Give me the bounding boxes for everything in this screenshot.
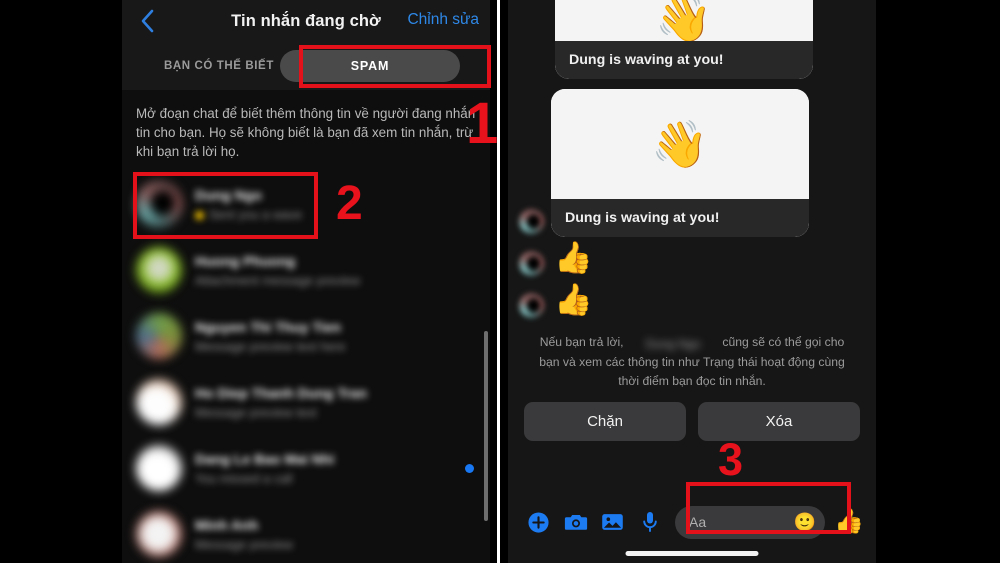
thumbs-up-icon: 👍 xyxy=(554,240,593,275)
avatar xyxy=(519,293,544,318)
avatar xyxy=(136,379,182,426)
list-item-name: Minh Anh xyxy=(195,516,259,533)
wave-caption: Dung is waving at you! xyxy=(551,199,809,237)
list-item-preview: Message preview text here xyxy=(195,339,346,354)
avatar xyxy=(519,251,544,276)
thumbs-up-icon: 👍 xyxy=(554,282,593,317)
block-button[interactable]: Chặn xyxy=(524,401,686,441)
scrollbar[interactable] xyxy=(484,331,488,522)
list-item[interactable]: Dang Le Bao Mai Nhi You missed a call xyxy=(122,435,490,501)
list-item-text: Dang Le Bao Mai Nhi You missed a call xyxy=(195,451,452,486)
tab-you-may-know[interactable]: BẠN CÓ THỂ BIẾT xyxy=(164,60,274,72)
annotation-box-spam xyxy=(299,45,491,88)
navigation-bar: Tin nhắn đang chờ Chỉnh sửa xyxy=(122,0,490,42)
avatar xyxy=(136,313,182,360)
list-item-preview: Attachment message preview xyxy=(195,273,361,288)
list-item-name: Dang Le Bao Mai Nhi xyxy=(195,450,335,467)
avatar xyxy=(519,209,544,234)
list-item-preview: You missed a call xyxy=(195,471,293,486)
list-item-preview: Message preview xyxy=(195,537,293,552)
photo-icon[interactable] xyxy=(594,505,631,539)
annotation-step-3: 3 xyxy=(718,434,744,485)
message-row: 👍 xyxy=(508,237,876,279)
reply-note-name: Dung Ngo xyxy=(645,337,701,351)
screenshot-root: Tin nhắn đang chờ Chỉnh sửa BẠN CÓ THỂ B… xyxy=(0,0,1000,563)
annotation-box-request-row xyxy=(133,172,318,239)
list-item-name: Nguyen Thi Thuy Tien xyxy=(195,318,341,335)
list-item[interactable]: Minh Anh Message preview xyxy=(122,501,490,563)
avatar xyxy=(136,247,182,294)
wave-emoji: 👋 xyxy=(551,89,809,199)
chat-screen: 👋 Dung is waving at you! 👋 Dung is wavin… xyxy=(508,0,876,563)
annotation-step-2: 2 xyxy=(336,177,363,230)
list-item[interactable]: Nguyen Thi Thuy Tien Message preview tex… xyxy=(122,303,490,369)
reply-note-before: Nếu bạn trả lời, xyxy=(539,335,624,349)
chevron-left-icon[interactable] xyxy=(134,8,160,34)
reply-disclaimer: Nếu bạn trả lời, Dung Ngo cũng sẽ có thể… xyxy=(508,321,876,399)
camera-icon[interactable] xyxy=(557,505,594,539)
wave-card[interactable]: 👋 Dung is waving at you! xyxy=(555,0,813,79)
wave-emoji: 👋 xyxy=(555,0,813,41)
list-item-text: Nguyen Thi Thuy Tien Message preview tex… xyxy=(195,319,476,354)
panel-divider xyxy=(497,0,500,563)
avatar xyxy=(136,445,182,492)
message-row: 👋 Dung is waving at you! xyxy=(508,89,876,237)
microphone-icon[interactable] xyxy=(631,505,668,539)
list-item[interactable]: Ho Diep Thanh Dung Tran Message preview … xyxy=(122,369,490,435)
annotation-box-composer xyxy=(686,482,851,534)
annotation-step-1: 1 xyxy=(466,91,499,156)
list-item-text: Huong Phuong Attachment message preview xyxy=(195,253,476,288)
unread-badge xyxy=(465,463,474,473)
list-item-name: Ho Diep Thanh Dung Tran xyxy=(195,384,367,401)
plus-circle-icon[interactable] xyxy=(520,505,557,539)
wave-card[interactable]: 👋 Dung is waving at you! xyxy=(551,89,809,237)
requests-description: Mở đoạn chat để biết thêm thông tin về n… xyxy=(122,90,490,172)
list-item-text: Ho Diep Thanh Dung Tran Message preview … xyxy=(195,385,476,420)
list-item-preview: Message preview text xyxy=(195,405,317,420)
message-thread: 👋 Dung is waving at you! 👋 Dung is wavin… xyxy=(508,0,876,321)
avatar xyxy=(136,511,182,558)
list-item[interactable]: Huong Phuong Attachment message preview xyxy=(122,237,490,303)
home-indicator xyxy=(625,551,759,556)
list-item-name: Huong Phuong xyxy=(195,252,296,269)
wave-caption: Dung is waving at you! xyxy=(555,41,813,79)
edit-button[interactable]: Chỉnh sửa xyxy=(407,11,479,29)
message-row: 👍 xyxy=(508,279,876,321)
action-buttons: Chặn Xóa xyxy=(508,399,876,441)
list-item-text: Minh Anh Message preview xyxy=(195,517,476,552)
